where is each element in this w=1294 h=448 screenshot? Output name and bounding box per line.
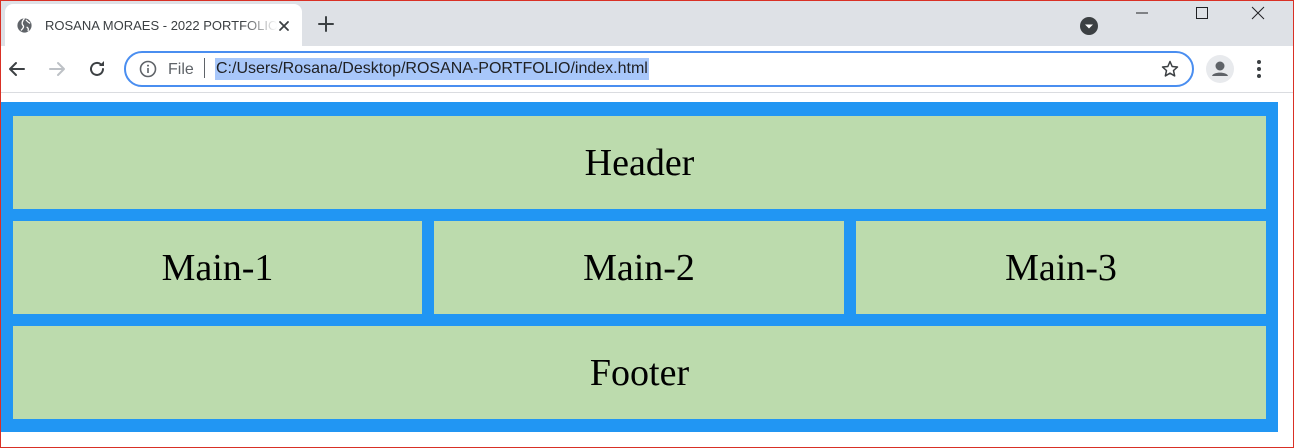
reload-icon[interactable] [86, 58, 108, 80]
browser-toolbar: File C:/Users/Rosana/Desktop/ROSANA-PORT… [1, 46, 1293, 93]
maximize-button[interactable] [1177, 1, 1227, 29]
layout-grid: Header Main-1 Main-2 Main-3 Footer [13, 116, 1266, 419]
plus-icon[interactable] [315, 13, 337, 35]
profile-button[interactable] [1206, 55, 1234, 83]
tab-active[interactable]: ROSANA MORAES - 2022 PORTFOLIO [5, 4, 302, 46]
kebab-menu-icon[interactable] [1249, 57, 1269, 81]
main-3-section: Main-3 [856, 221, 1266, 314]
close-icon[interactable] [275, 17, 293, 35]
url-separator [204, 58, 205, 78]
maximize-icon [1196, 7, 1208, 19]
back-arrow-icon[interactable] [6, 58, 28, 80]
star-icon[interactable] [1160, 59, 1180, 79]
main-2-section: Main-2 [434, 221, 844, 314]
address-bar[interactable]: File C:/Users/Rosana/Desktop/ROSANA-PORT… [124, 51, 1194, 87]
url-scheme-label: File [168, 61, 194, 78]
header-section: Header [13, 116, 1266, 209]
tab-strip: ROSANA MORAES - 2022 PORTFOLIO [1, 1, 1293, 46]
minimize-button[interactable] [1117, 1, 1167, 29]
close-window-icon [1251, 6, 1265, 20]
forward-arrow-icon[interactable] [46, 58, 68, 80]
globe-icon [17, 17, 32, 33]
profile-icon [1212, 61, 1228, 76]
main-1-section: Main-1 [13, 221, 422, 314]
tab-search-icon[interactable] [1079, 16, 1099, 36]
footer-section: Footer [13, 326, 1266, 419]
tab-title: ROSANA MORAES - 2022 PORTFOLIO [45, 18, 277, 33]
browser-window: ROSANA MORAES - 2022 PORTFOLIO File C:/U… [0, 0, 1294, 448]
minimize-icon [1136, 12, 1148, 14]
info-icon[interactable] [139, 60, 157, 78]
close-window-button[interactable] [1233, 1, 1283, 29]
page-viewport: Header Main-1 Main-2 Main-3 Footer [1, 102, 1278, 432]
url-text[interactable]: C:/Users/Rosana/Desktop/ROSANA-PORTFOLIO… [215, 58, 649, 80]
